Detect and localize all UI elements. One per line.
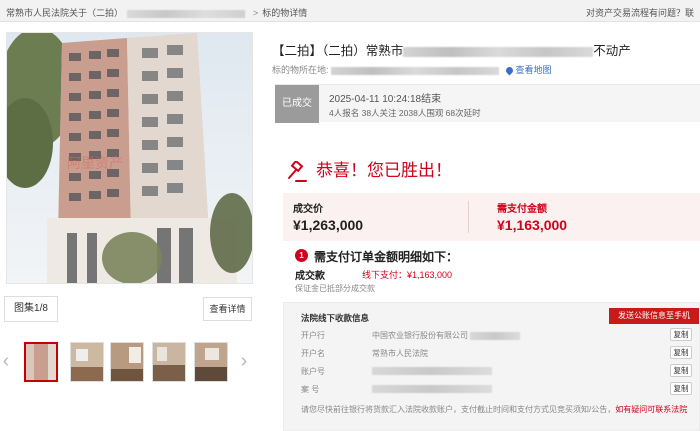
map-pin-icon [504, 65, 514, 76]
send-to-phone-button[interactable]: 发送公账信息至手机 [609, 308, 699, 324]
deal-price-value: ¥1,263,000 [293, 217, 364, 233]
deal-amount-label: 成交款 [295, 271, 325, 282]
next-arrow-icon[interactable]: › [238, 350, 250, 372]
breadcrumb: 常熟市人民法院关于（二拍） > 标的物详情 [6, 6, 307, 19]
bank-row-label: 开户行 [301, 331, 325, 340]
bank-name-value: 中国农业银行股份有限公司 [372, 330, 520, 341]
account-name-value: 常熟市人民法院 [372, 349, 428, 358]
copy-button[interactable]: 复制 [670, 364, 692, 377]
top-bar: 常熟市人民法院关于（二拍） > 标的物详情 对资产交易流程有问题？联 [0, 0, 700, 22]
contact-court-link[interactable]: 如有疑问可联系法院 [615, 405, 687, 414]
main-property-photo[interactable]: 阿里资产 [6, 32, 253, 284]
copy-button[interactable]: 复制 [670, 382, 692, 395]
redacted-text [372, 366, 492, 375]
deposit-note: 保证金已抵部分成交款 [295, 284, 375, 293]
gallery-count: 图集1/8 [4, 296, 58, 322]
auction-end-time: 2025-04-11 10:24:18结束 [329, 94, 442, 105]
case-number-value [372, 384, 492, 393]
thumbnail-1[interactable] [24, 342, 58, 382]
prev-arrow-icon[interactable]: ‹ [0, 350, 12, 372]
bank-row-label: 开户名 [301, 349, 325, 358]
amount-due-value: ¥1,163,000 [497, 217, 568, 233]
thumbnail-5[interactable] [194, 342, 228, 382]
redacted-text [372, 384, 492, 393]
bank-row-label: 案 号 [301, 385, 320, 394]
view-details-button[interactable]: 查看详情 [203, 297, 252, 321]
view-map-link[interactable]: 查看地图 [516, 65, 552, 75]
property-address: 标的物所在地: 查看地图 [272, 65, 552, 76]
building-image: 阿里资产 [7, 33, 252, 283]
copy-button[interactable]: 复制 [670, 328, 692, 341]
help-link[interactable]: 对资产交易流程有问题？联 [586, 6, 694, 19]
step-number-badge: 1 [295, 249, 308, 262]
watermark: 阿里资产 [67, 155, 123, 171]
thumbnail-3[interactable] [110, 342, 144, 382]
divider [468, 201, 469, 233]
congrats-message: 恭喜！您已胜出！ [286, 156, 452, 183]
payment-notice: 请您尽快前往银行将货款汇入法院收款账户，支付截止时间和支付方式见竞买须知/公告，… [301, 405, 688, 414]
bank-info-panel: 法院线下收款信息 发送公账信息至手机 开户行 中国农业银行股份有限公司 复制 开… [283, 302, 700, 431]
account-number-value [372, 366, 492, 375]
thumbnail-2[interactable] [70, 342, 104, 382]
thumbnail-4[interactable] [152, 342, 186, 382]
status-badge: 已成交 [275, 85, 319, 123]
listing-title: 【二拍】（二拍）常熟市 不动产 [272, 44, 631, 58]
gavel-icon [288, 160, 307, 182]
offline-payment-amount: 线下支付：¥1,163,000 [362, 270, 453, 280]
bank-row-label: 账户号 [301, 367, 325, 376]
amount-due-label: 需支付金额 [497, 204, 547, 215]
auction-stats: 4人报名 38人关注 2038人围观 68次延时 [329, 108, 481, 118]
redacted-text [331, 66, 500, 75]
bank-info-title: 法院线下收款信息 [301, 313, 370, 323]
breadcrumb-court-link[interactable]: 常熟市人民法院关于（二拍） [6, 8, 123, 18]
redacted-text [403, 46, 594, 57]
breadcrumb-separator: > [253, 8, 259, 18]
order-detail-heading: 需支付订单金额明细如下： [314, 250, 459, 264]
thumbnail-strip: ‹ › [0, 340, 258, 388]
copy-button[interactable]: 复制 [670, 346, 692, 359]
price-summary: 成交价 ¥1,263,000 需支付金额 ¥1,163,000 [283, 193, 700, 241]
breadcrumb-current: 标的物详情 [262, 8, 308, 18]
deal-price-label: 成交价 [293, 204, 323, 215]
auction-status-panel: 已成交 2025-04-11 10:24:18结束 4人报名 38人关注 203… [275, 84, 700, 123]
redacted-text [127, 9, 246, 18]
redacted-text [470, 331, 520, 340]
